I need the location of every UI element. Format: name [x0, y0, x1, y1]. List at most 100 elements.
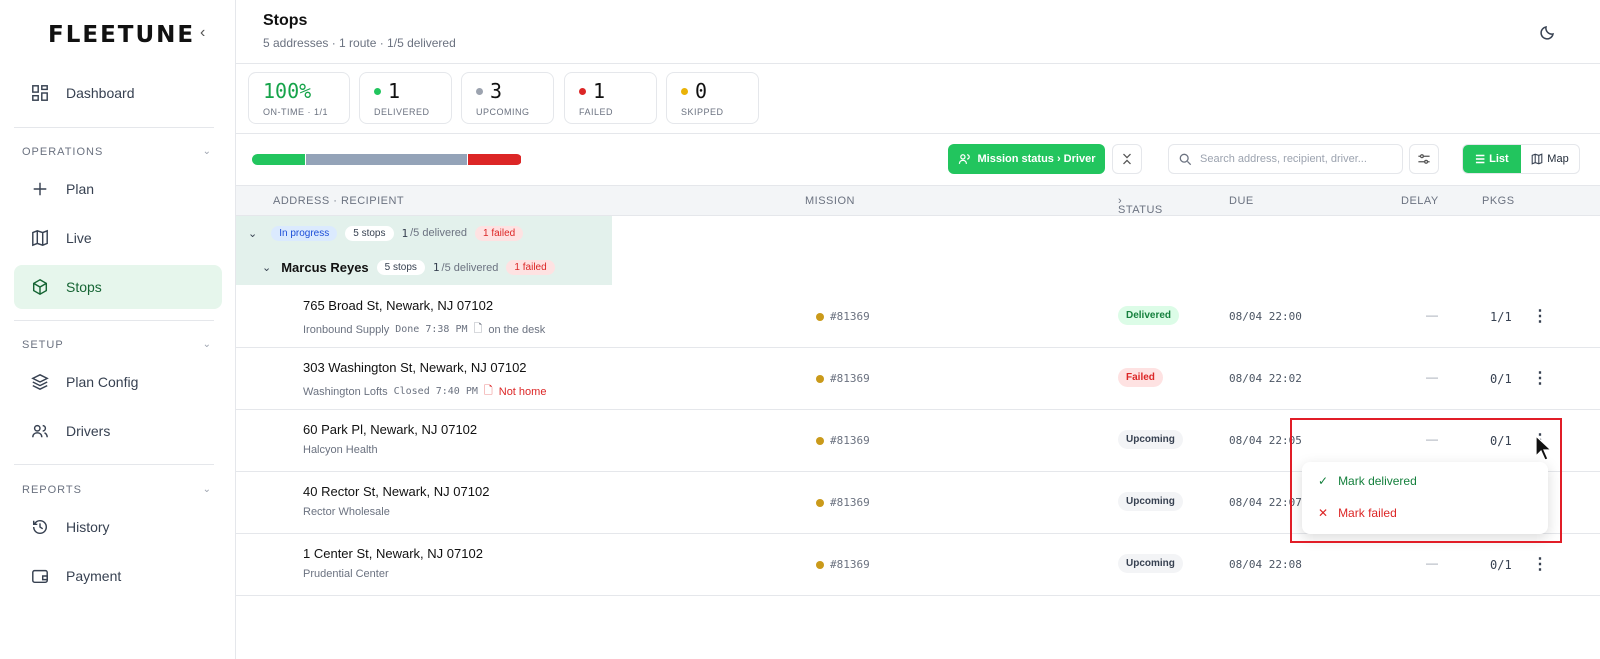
section-setup[interactable]: SETUP ⌄: [22, 339, 212, 351]
event-time: Closed 7:40 PM: [393, 386, 478, 397]
col-address[interactable]: ADDRESS · RECIPIENT: [273, 195, 404, 207]
kpi-value: 1: [593, 79, 606, 103]
col-mission[interactable]: MISSION: [805, 195, 855, 207]
kpi-delivered: 1 DELIVERED: [359, 72, 452, 124]
search-input[interactable]: [1200, 153, 1390, 165]
col-pkgs[interactable]: PKGS: [1482, 195, 1515, 207]
status-dot: [476, 87, 483, 95]
section-label: OPERATIONS: [22, 146, 104, 158]
mission-dot: [816, 498, 824, 507]
kpi-bar: 100% ON-TIME · 1/1 1 DELIVERED 3 UPCOMIN…: [236, 64, 1600, 134]
due-time: 08/04 22:00: [1229, 310, 1302, 323]
delay-value: —: [1426, 556, 1438, 570]
table-row[interactable]: 303 Washington St, Newark, NJ 07102 Wash…: [236, 348, 1600, 410]
collapse-sidebar-icon[interactable]: ‹: [200, 24, 205, 42]
col-due[interactable]: DUE: [1229, 195, 1254, 207]
moon-icon[interactable]: [1538, 22, 1558, 42]
brand-logo: FLEETUNE: [48, 22, 196, 48]
plus-icon: [30, 179, 50, 199]
highlight-box: [1290, 418, 1562, 543]
sidebar-item-plan-config[interactable]: Plan Config: [14, 360, 222, 404]
failed-chip: 1 failed: [475, 225, 524, 241]
stop-address: 303 Washington St, Newark, NJ 07102: [303, 360, 527, 375]
table-row[interactable]: 765 Broad St, Newark, NJ 07102 Ironbound…: [236, 286, 1600, 348]
delivered-count: 1: [432, 261, 440, 274]
users-icon: [30, 421, 50, 441]
mission-id: #81369: [830, 434, 870, 447]
map-icon: [30, 228, 50, 248]
status-dot: [374, 87, 381, 95]
view-list-button[interactable]: ☰ List: [1463, 145, 1521, 173]
main-content: Stops 5 addresses · 1 route · 1/5 delive…: [236, 0, 1600, 659]
stop-address: 60 Park Pl, Newark, NJ 07102: [303, 422, 478, 437]
dashboard-icon: [30, 83, 50, 103]
table-row[interactable]: 1 Center St, Newark, NJ 07102 Prudential…: [236, 534, 1600, 596]
delay-value: —: [1426, 370, 1438, 384]
more-vertical-icon[interactable]: ⋮: [1532, 368, 1548, 388]
toolbar: Mission status › Driver ☰List Map: [236, 134, 1600, 186]
sidebar-item-plan[interactable]: Plan: [14, 167, 222, 211]
mission-id: #81369: [830, 372, 870, 385]
page-subtitle: 5 addresses · 1 route · 1/5 delivered: [263, 36, 456, 50]
failed-chip: 1 failed: [506, 260, 555, 275]
sidebar-item-stops[interactable]: Stops: [14, 265, 222, 309]
search-icon: [1179, 153, 1192, 165]
table-header: ADDRESS · RECIPIENT MISSION STATUS › DUE…: [236, 186, 1600, 216]
map-icon: [1531, 153, 1543, 165]
note-icon: 🗋: [483, 385, 493, 397]
chevron-down-icon[interactable]: ⌄: [262, 261, 271, 274]
driver-name: Marcus Reyes: [281, 260, 369, 275]
divider: [14, 127, 214, 128]
chevron-down-icon[interactable]: ⌄: [248, 227, 257, 240]
kpi-failed: 1 FAILED: [564, 72, 657, 124]
status-badge: Upcoming: [1118, 554, 1183, 573]
mission-status-driver-button[interactable]: Mission status › Driver: [948, 144, 1105, 174]
stop-address: 1 Center St, Newark, NJ 07102: [303, 546, 483, 561]
mission-status-label: Mission status › Driver: [977, 153, 1096, 165]
list-icon: ☰: [1475, 153, 1486, 166]
collapse-icon: [1123, 153, 1131, 165]
group-row-in-progress[interactable]: ⌄ In progress 5 stops 1 /5 delivered 1 f…: [236, 216, 612, 250]
kpi-label: UPCOMING: [476, 107, 530, 117]
sidebar-item-label: Live: [66, 230, 92, 246]
col-status-label: STATUS: [1118, 204, 1163, 216]
stop-address: 40 Rector St, Newark, NJ 07102: [303, 484, 490, 499]
kpi-value: 3: [490, 79, 503, 103]
sidebar-item-history[interactable]: History: [14, 505, 222, 549]
event-time: Done 7:38 PM: [395, 324, 468, 335]
kpi-label: SKIPPED: [681, 107, 724, 117]
stop-recipient-line: Washington Lofts Closed 7:40 PM 🗋 Not ho…: [303, 382, 546, 401]
sidebar-item-drivers[interactable]: Drivers: [14, 409, 222, 453]
more-vertical-icon[interactable]: ⋮: [1532, 306, 1548, 326]
search-box[interactable]: [1168, 144, 1403, 174]
col-delay[interactable]: DELAY: [1401, 195, 1439, 207]
due-time: 08/04 22:02: [1229, 372, 1302, 385]
mouse-cursor-icon: [1535, 434, 1553, 461]
kpi-label: ON-TIME · 1/1: [263, 107, 329, 117]
collapse-all-button[interactable]: [1112, 144, 1142, 174]
section-operations[interactable]: OPERATIONS ⌄: [22, 146, 212, 158]
sidebar-item-live[interactable]: Live: [14, 216, 222, 260]
sidebar-item-label: Stops: [66, 279, 102, 295]
stop-note: Not home: [498, 385, 547, 398]
mission-id: #81369: [830, 310, 870, 323]
more-vertical-icon[interactable]: ⋮: [1532, 554, 1548, 574]
mission-dot: [816, 374, 824, 383]
stops-chip: 5 stops: [345, 225, 394, 241]
sidebar-item-dashboard[interactable]: Dashboard: [14, 71, 222, 115]
group-row-driver[interactable]: ⌄ Marcus Reyes 5 stops 1 /5 delivered 1 …: [236, 250, 612, 285]
section-reports[interactable]: REPORTS ⌄: [22, 484, 212, 496]
recipient: Halcyon Health: [303, 444, 378, 456]
kpi-label: FAILED: [579, 107, 614, 117]
status-dot: [579, 87, 586, 95]
sidebar-item-payment[interactable]: Payment: [14, 554, 222, 598]
recipient: Ironbound Supply: [303, 323, 390, 336]
mission-cell: #81369: [816, 558, 870, 571]
progress-bar: [252, 154, 522, 165]
mission-cell: #81369: [816, 434, 870, 447]
view-map-button[interactable]: Map: [1521, 145, 1579, 173]
filter-settings-button[interactable]: [1409, 144, 1439, 174]
delivered-text: /5 delivered: [441, 261, 499, 274]
mission-cell: #81369: [816, 372, 870, 385]
col-status[interactable]: STATUS ›: [1118, 195, 1162, 216]
